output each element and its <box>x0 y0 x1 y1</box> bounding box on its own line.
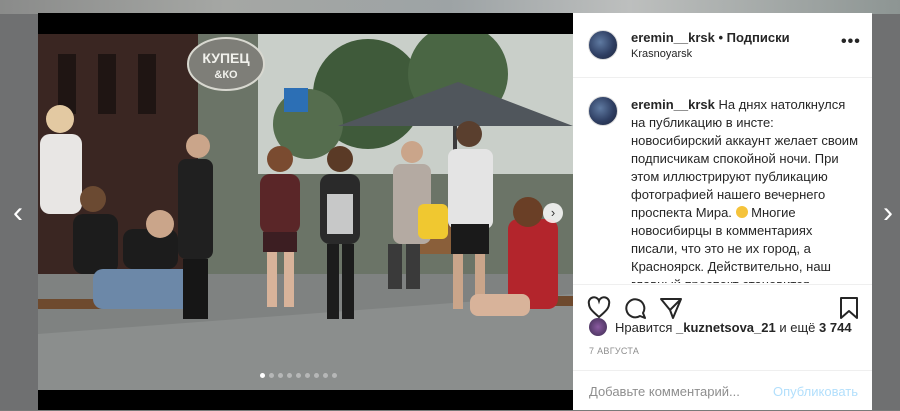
post-side-panel: eremin__krsk • Подписки Krasnoyarsk ••• … <box>573 13 872 410</box>
likes-middle: и ещё <box>779 319 816 335</box>
username-link[interactable]: eremin__krsk <box>631 30 715 45</box>
chevron-right-icon[interactable]: › <box>878 198 898 228</box>
carousel-dot <box>278 373 283 378</box>
carousel-dot <box>296 373 301 378</box>
shop-sign-line1: КУПЕЦ <box>202 50 250 66</box>
background-feed-strip <box>0 0 900 14</box>
publish-button[interactable]: Опубликовать <box>773 384 858 399</box>
smile-emoji-icon <box>735 206 748 218</box>
separator-dot: • <box>718 30 724 45</box>
carousel-dot <box>287 373 292 378</box>
carousel-dot <box>323 373 328 378</box>
carousel-dot <box>305 373 310 378</box>
ellipsis-icon[interactable]: ••• <box>841 33 861 51</box>
comment-box: Опубликовать <box>573 370 872 411</box>
carousel-dot <box>332 373 337 378</box>
likes-summary: Нравится _kuznetsova_21 и ещё 3 744 <box>589 317 852 337</box>
caption-username[interactable]: eremin__krsk <box>631 97 715 112</box>
street-scene-image: КУПЕЦ &КО <box>38 34 573 390</box>
post-author: eremin__krsk • Подписки <box>631 30 790 45</box>
carousel-dot <box>269 373 274 378</box>
comment-input[interactable] <box>587 383 771 400</box>
likes-prefix: Нравится <box>615 319 673 335</box>
carousel-dots <box>260 373 337 379</box>
post-header: eremin__krsk • Подписки Krasnoyarsk ••• <box>573 13 872 78</box>
caption-text: eremin__krsk На днях натолкнулся на публ… <box>631 96 861 283</box>
location-link[interactable]: Krasnoyarsk <box>631 48 692 60</box>
post-date[interactable]: 7 АВГУСТА <box>589 346 639 356</box>
avatar[interactable] <box>588 30 618 60</box>
avatar[interactable] <box>588 96 618 126</box>
carousel-dot <box>260 373 265 378</box>
follow-button[interactable]: Подписки <box>727 30 790 45</box>
liker-avatar <box>589 318 607 336</box>
post-actions <box>573 284 872 319</box>
chevron-left-icon[interactable]: ‹ <box>8 198 28 228</box>
post-caption: eremin__krsk На днях натолкнулся на публ… <box>573 78 872 283</box>
shop-sign-line2: &КО <box>214 69 238 81</box>
liker-username[interactable]: _kuznetsova_21 <box>676 320 776 335</box>
carousel-dot <box>314 373 319 378</box>
caption-body-part1: На днях натолкнулся на публикацию в инст… <box>631 97 859 220</box>
post-photo[interactable]: КУПЕЦ &КО <box>38 34 573 390</box>
likes-count[interactable]: 3 744 <box>819 320 852 335</box>
photo-next-button[interactable]: › <box>543 203 563 223</box>
